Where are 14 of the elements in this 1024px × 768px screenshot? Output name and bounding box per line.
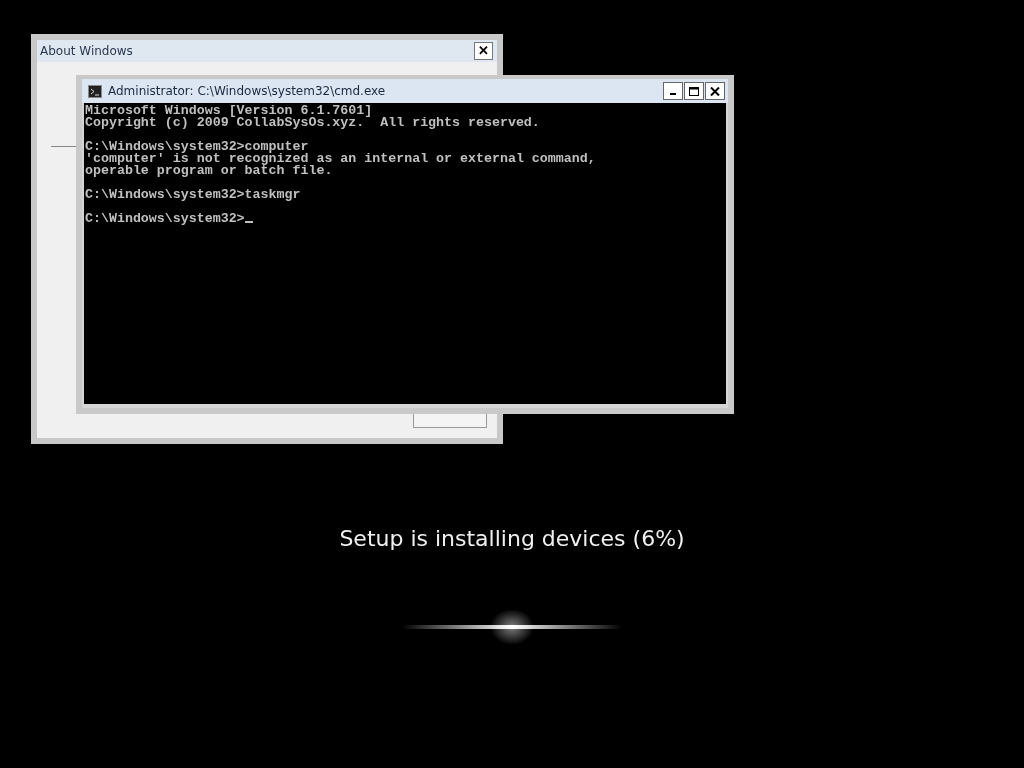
console-line: C:\Windows\system32>taskmgr: [85, 187, 301, 202]
maximize-button[interactable]: [684, 82, 704, 100]
setup-status: Setup is installing devices (6%): [339, 526, 685, 551]
close-icon: [710, 87, 720, 96]
maximize-icon: [689, 87, 699, 96]
window-title: Administrator: C:\Windows\system32\cmd.exe: [108, 84, 387, 98]
window-title: About Windows: [40, 44, 133, 58]
console-line: C:\Windows\system32>: [85, 211, 245, 226]
minimize-button[interactable]: [663, 82, 683, 100]
close-button[interactable]: [705, 82, 725, 100]
console-icon: [88, 84, 102, 98]
close-button[interactable]: ✕: [474, 42, 493, 60]
console-line: C:\Windows\system32>computer: [85, 139, 309, 154]
console-line: Microsoft Windows [Version 6.1.7601]: [85, 103, 373, 118]
